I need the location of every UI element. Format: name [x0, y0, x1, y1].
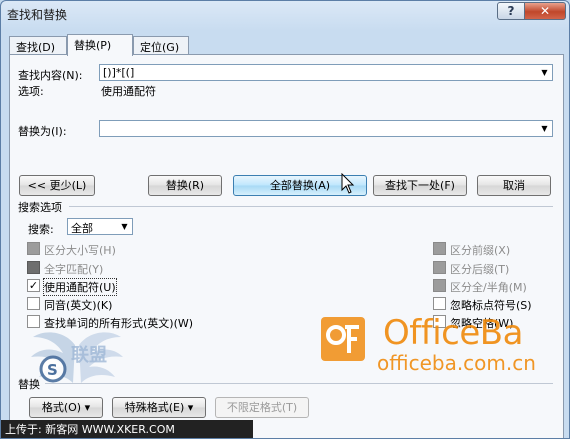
search-direction-select[interactable]: 全部 ▼: [67, 218, 133, 235]
officeba-brand-text: OfficeBa: [383, 313, 523, 353]
watermark-left-text: 联盟: [71, 345, 107, 366]
checkbox-label: 区分大小写(H): [44, 244, 116, 257]
tab-replace[interactable]: 替换(P): [67, 34, 133, 56]
replace-button[interactable]: 替换(R): [148, 175, 222, 196]
find-what-label: 查找内容(N):: [18, 69, 83, 82]
search-direction-label: 搜索:: [28, 223, 54, 236]
options-label: 选项:: [18, 85, 44, 98]
checkbox-label: 全字匹配(Y): [44, 263, 104, 276]
cancel-button[interactable]: 取消: [477, 175, 551, 196]
checkbox[interactable]: [433, 261, 446, 274]
close-button[interactable]: ✕: [524, 2, 566, 20]
replace-with-combo[interactable]: ▼: [99, 120, 553, 137]
search-options-title: 搜索选项: [18, 201, 62, 214]
chevron-down-icon[interactable]: ▼: [539, 124, 550, 133]
checkbox[interactable]: [27, 261, 40, 274]
options-value: 使用通配符: [101, 85, 156, 98]
uploader-watermark-bar: 上传于: 新客网 WWW.XKER.COM: [1, 420, 253, 438]
checkbox[interactable]: [27, 242, 40, 255]
checkbox[interactable]: [433, 279, 446, 292]
checkbox[interactable]: [433, 242, 446, 255]
section-divider: [69, 206, 553, 207]
checkbox[interactable]: [27, 297, 40, 310]
checkmark-icon[interactable]: ✓: [27, 279, 40, 292]
checkbox-label: 使用通配符(U): [43, 278, 117, 296]
help-button[interactable]: ?: [497, 2, 525, 20]
mouse-cursor-icon: [341, 173, 355, 194]
find-what-combo[interactable]: [)]*[(] ▼: [99, 64, 553, 81]
officeba-watermark: OfficeBa officeba.com.cn: [319, 311, 565, 377]
tab-strip: 查找(D) 替换(P) 定位(G): [9, 34, 564, 56]
checkbox-label: 同音(英文)(K): [44, 299, 113, 312]
officeba-logo-icon: [321, 317, 365, 361]
window-title: 查找和替换: [7, 8, 68, 22]
title-bar: 查找和替换 ? ✕: [1, 1, 569, 27]
chevron-down-icon[interactable]: ▼: [539, 68, 550, 77]
checkbox[interactable]: [433, 297, 446, 310]
replace-with-label: 替换为(I):: [18, 125, 67, 138]
less-button[interactable]: << 更少(L): [19, 175, 95, 196]
tab-goto[interactable]: 定位(G): [133, 36, 189, 55]
search-direction-value[interactable]: 全部: [71, 220, 93, 236]
find-what-value[interactable]: [)]*[(]: [103, 66, 134, 79]
checkbox-label: 区分全/半角(M): [450, 281, 527, 294]
checkbox-label: 区分前缀(X): [450, 244, 511, 257]
find-next-button[interactable]: 查找下一处(F): [373, 175, 467, 196]
tab-find[interactable]: 查找(D): [9, 36, 67, 55]
svg-text:S: S: [47, 361, 58, 379]
chevron-down-icon[interactable]: ▼: [119, 222, 130, 231]
find-replace-dialog: 查找和替换 ? ✕ 查找(D) 替换(P) 定位(G) 查找内容(N): [)]…: [0, 0, 570, 439]
no-formatting-button: 不限定格式(T): [215, 397, 309, 418]
checkbox-label: 区分后缀(T): [450, 263, 510, 276]
officeba-url-text: officeba.com.cn: [377, 351, 536, 375]
